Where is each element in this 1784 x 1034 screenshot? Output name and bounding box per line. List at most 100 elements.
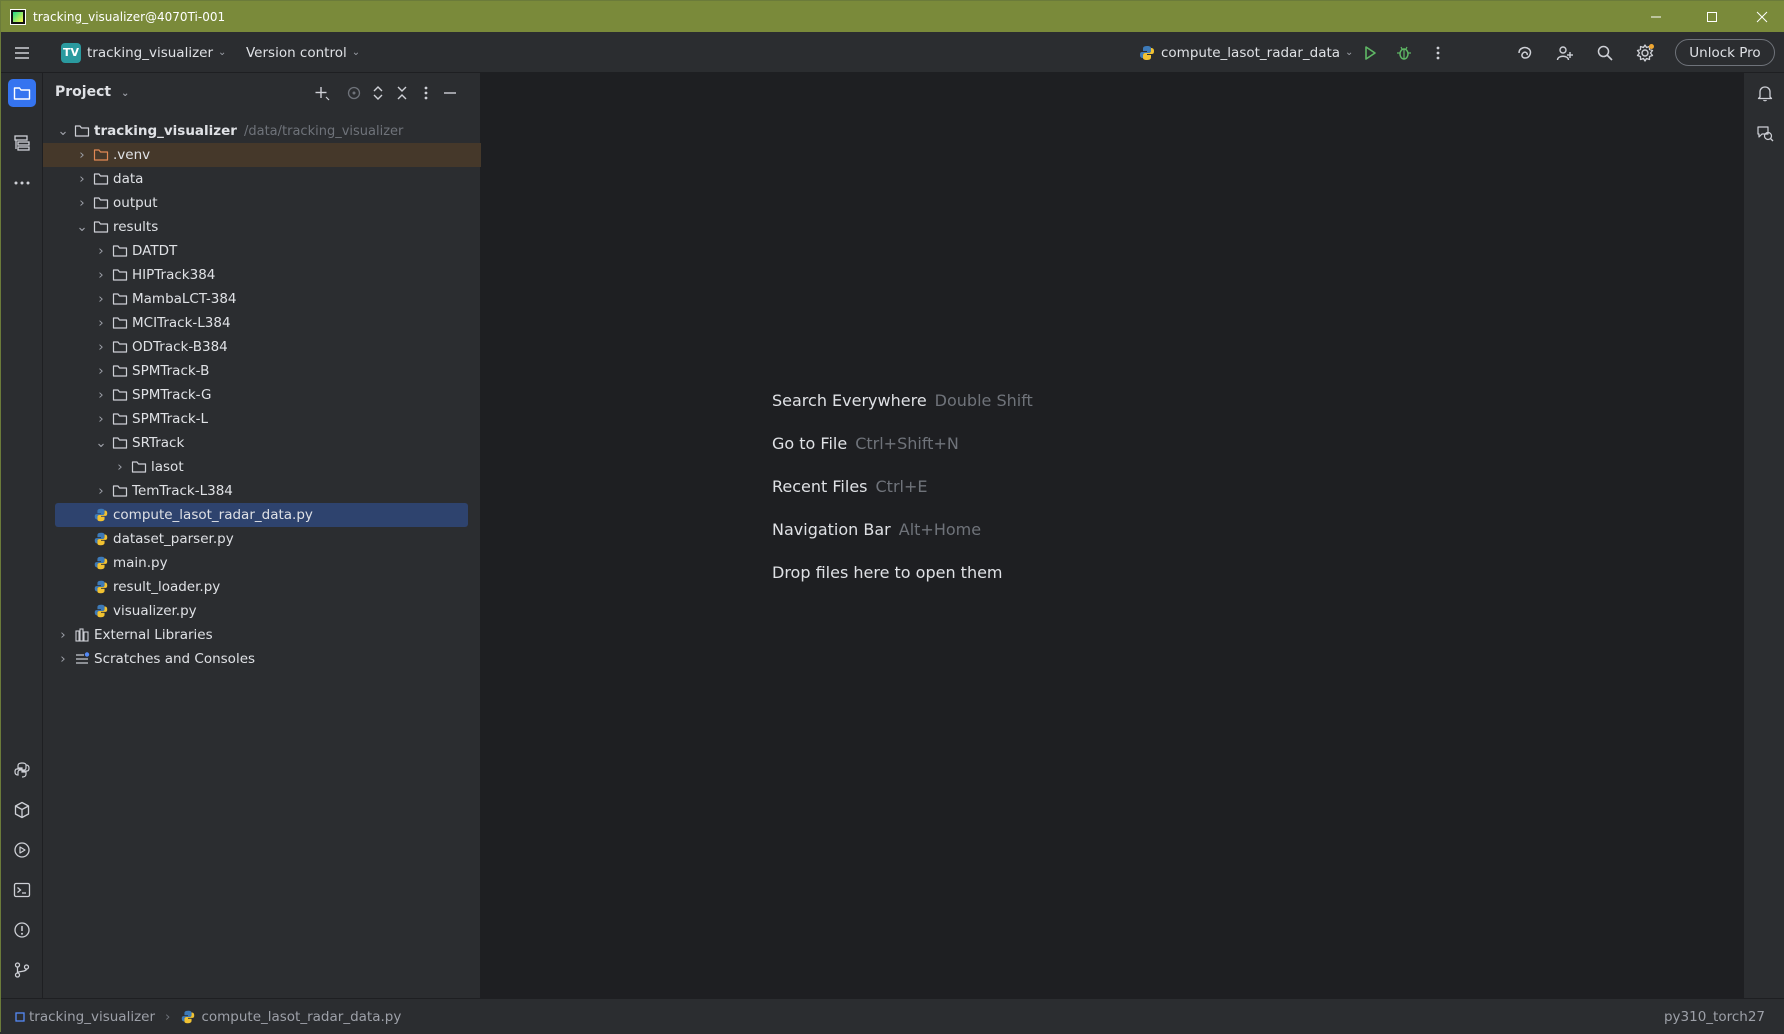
- git-tool-button[interactable]: [8, 956, 36, 984]
- tree-item-hiptrack384[interactable]: › HIPTrack384: [43, 263, 481, 287]
- notifications-button[interactable]: [1751, 79, 1779, 107]
- add-user-icon: [1556, 46, 1573, 61]
- tree-item-spmtrack-g[interactable]: › SPMTrack-G: [43, 383, 481, 407]
- services-tool-button[interactable]: [8, 836, 36, 864]
- chevron-right-icon[interactable]: ›: [74, 147, 90, 163]
- tree-item-data[interactable]: › data: [43, 167, 481, 191]
- tree-item-visualizer[interactable]: visualizer.py: [43, 599, 481, 623]
- python-console-button[interactable]: [8, 756, 36, 784]
- minimize-button[interactable]: [1633, 1, 1679, 32]
- tree-item-srtrack[interactable]: ⌄ SRTrack: [43, 431, 481, 455]
- project-panel-title-dropdown[interactable]: Project ⌄: [55, 84, 129, 100]
- tree-item-output[interactable]: › output: [43, 191, 481, 215]
- settings-button[interactable]: [1632, 40, 1658, 66]
- python-icon: [1140, 45, 1154, 60]
- maximize-button[interactable]: [1689, 1, 1735, 32]
- tree-item-scratches-and-consoles[interactable]: › Scratches and Consoles: [43, 647, 481, 671]
- folder-icon: [112, 437, 128, 449]
- chevron-right-icon[interactable]: ›: [93, 483, 109, 499]
- problems-tool-button[interactable]: [8, 916, 36, 944]
- tree-item-label: result_loader.py: [113, 579, 221, 595]
- tree-item-dataset-parser[interactable]: dataset_parser.py: [43, 527, 481, 551]
- unlock-pro-button[interactable]: Unlock Pro: [1675, 39, 1775, 66]
- right-tool-strip: [1743, 73, 1784, 998]
- tree-item-label: TemTrack-L384: [132, 483, 233, 499]
- tree-item-spmtrack-b[interactable]: › SPMTrack-B: [43, 359, 481, 383]
- more-vertical-icon: [424, 86, 428, 100]
- run-configuration-selector[interactable]: compute_lasot_radar_data ⌄: [1138, 32, 1353, 73]
- search-everywhere-button[interactable]: [1592, 40, 1618, 66]
- chevron-down-icon[interactable]: ⌄: [93, 435, 109, 451]
- more-actions-button[interactable]: [1425, 40, 1451, 66]
- chevron-right-icon[interactable]: ›: [93, 291, 109, 307]
- tree-root-tracking-visualizer[interactable]: ⌄ tracking_visualizer /data/tracking_vis…: [43, 119, 481, 143]
- more-tools-button[interactable]: [8, 169, 36, 197]
- notification-dot-icon: [1649, 44, 1654, 49]
- tree-item-label: lasot: [151, 459, 184, 475]
- chevron-right-icon[interactable]: ›: [93, 243, 109, 259]
- tree-item-mambalct-384[interactable]: › MambaLCT-384: [43, 287, 481, 311]
- add-collaborator-button[interactable]: [1552, 40, 1578, 66]
- chevron-right-icon[interactable]: ›: [93, 387, 109, 403]
- tree-item-spmtrack-l[interactable]: › SPMTrack-L: [43, 407, 481, 431]
- chevron-right-icon[interactable]: ›: [55, 651, 71, 667]
- tree-item-label: results: [113, 219, 159, 235]
- run-icon: [1365, 46, 1376, 60]
- terminal-tool-button[interactable]: [8, 876, 36, 904]
- debug-button[interactable]: [1391, 40, 1417, 66]
- breadcrumb: tracking_visualizer › compute_lasot_rada…: [15, 999, 401, 1034]
- more-horizontal-icon: [14, 181, 30, 185]
- chevron-down-icon: ⌄: [351, 47, 361, 58]
- project-selector[interactable]: TV tracking_visualizer ⌄: [61, 32, 226, 73]
- tree-item-venv[interactable]: › .venv: [43, 143, 481, 167]
- project-tool-button[interactable]: [8, 79, 36, 107]
- tree-item-mcitrack-l384[interactable]: › MCITrack-L384: [43, 311, 481, 335]
- chevron-right-icon: ›: [165, 1008, 171, 1025]
- ai-chat-button[interactable]: [1751, 119, 1779, 147]
- tree-item-lasot[interactable]: › lasot: [43, 455, 481, 479]
- tree-item-result-loader[interactable]: result_loader.py: [43, 575, 481, 599]
- locate-file-button[interactable]: [341, 80, 367, 106]
- version-control-menu[interactable]: Version control ⌄: [246, 32, 360, 73]
- run-button[interactable]: [1357, 40, 1383, 66]
- tree-item-label: SPMTrack-G: [132, 387, 212, 403]
- close-window-button[interactable]: [1739, 1, 1784, 32]
- tree-item-odtrack-b384[interactable]: › ODTrack-B384: [43, 335, 481, 359]
- chevron-right-icon[interactable]: ›: [93, 363, 109, 379]
- tree-item-label: SPMTrack-L: [132, 411, 209, 427]
- hamburger-menu-icon: [15, 47, 29, 59]
- breadcrumb-project[interactable]: tracking_visualizer: [29, 1009, 155, 1025]
- folder-icon: [112, 317, 128, 329]
- tree-item-datdt[interactable]: › DATDT: [43, 239, 481, 263]
- main-menu-button[interactable]: [9, 40, 35, 66]
- hide-panel-button[interactable]: [437, 80, 463, 106]
- chevron-right-icon[interactable]: ›: [93, 267, 109, 283]
- structure-tool-button[interactable]: [8, 129, 36, 157]
- folder-icon: [13, 87, 31, 100]
- chevron-right-icon[interactable]: ›: [55, 627, 71, 643]
- expand-all-button[interactable]: [365, 80, 391, 106]
- collapse-all-button[interactable]: [389, 80, 415, 106]
- ai-assistant-button[interactable]: [1512, 40, 1538, 66]
- tree-item-results[interactable]: ⌄ results: [43, 215, 481, 239]
- tree-item-label: visualizer.py: [113, 603, 197, 619]
- panel-options-button[interactable]: [413, 80, 439, 106]
- interpreter-selector[interactable]: py310_torch27: [1664, 999, 1765, 1034]
- chevron-right-icon[interactable]: ›: [93, 315, 109, 331]
- breadcrumb-file[interactable]: compute_lasot_radar_data.py: [201, 1009, 401, 1025]
- tree-item-external-libraries[interactable]: › External Libraries: [43, 623, 481, 647]
- new-file-button[interactable]: [309, 80, 335, 106]
- tree-item-label: SRTrack: [132, 435, 185, 451]
- chevron-right-icon[interactable]: ›: [93, 339, 109, 355]
- chevron-right-icon[interactable]: ›: [93, 411, 109, 427]
- chevron-down-icon[interactable]: ⌄: [74, 219, 90, 235]
- chevron-down-icon[interactable]: ⌄: [55, 123, 71, 139]
- tree-item-main[interactable]: main.py: [43, 551, 481, 575]
- chevron-right-icon[interactable]: ›: [74, 195, 90, 211]
- python-packages-button[interactable]: [8, 796, 36, 824]
- library-icon: [75, 628, 89, 642]
- tree-item-temtrack-l384[interactable]: › TemTrack-L384: [43, 479, 481, 503]
- chevron-right-icon[interactable]: ›: [112, 459, 128, 475]
- tree-item-compute-lasot-radar-data[interactable]: compute_lasot_radar_data.py: [55, 503, 468, 527]
- chevron-right-icon[interactable]: ›: [74, 171, 90, 187]
